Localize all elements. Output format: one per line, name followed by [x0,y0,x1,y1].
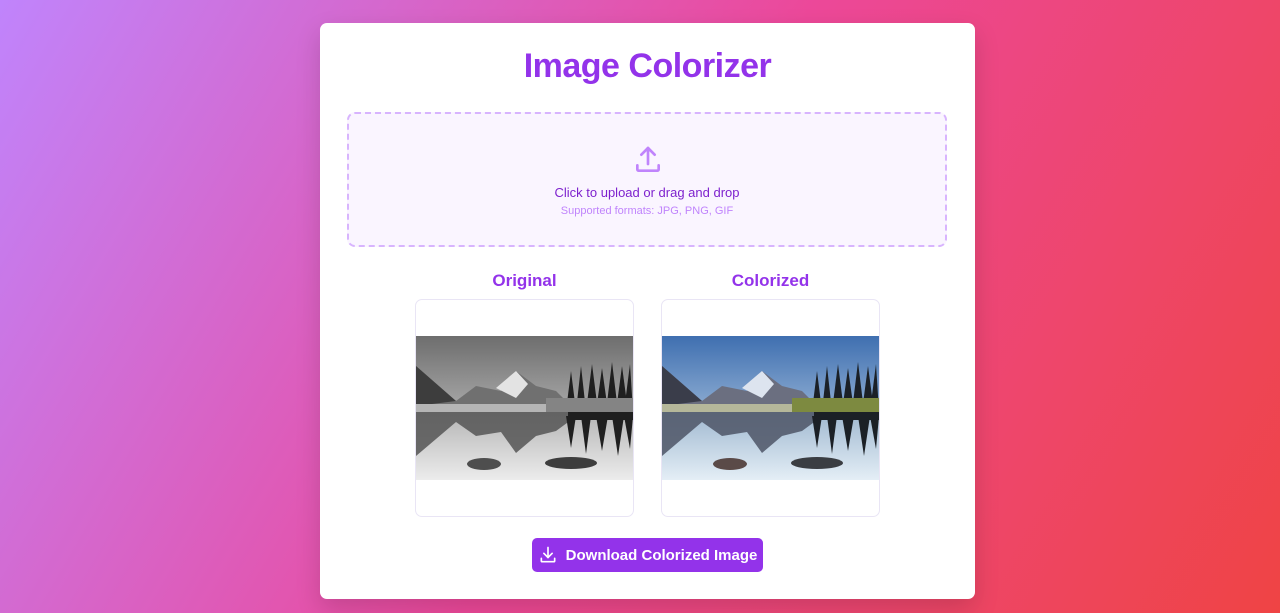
colorized-image-frame [661,299,880,517]
original-panel: Original [415,271,634,517]
original-image [416,336,633,480]
upload-icon [636,146,660,172]
upload-dropzone[interactable]: Click to upload or drag and drop Support… [347,112,947,247]
download-button[interactable]: Download Colorized Image [532,538,763,572]
colorized-image [662,336,879,480]
download-icon [540,546,556,563]
colorized-label: Colorized [731,271,810,290]
colorized-panel: Colorized [661,271,880,517]
download-label: Download Colorized Image [565,546,758,564]
supported-formats: Supported formats: JPG, PNG, GIF [560,205,734,217]
original-label: Original [492,271,557,290]
upload-instructions: Click to upload or drag and drop [554,185,740,200]
original-image-frame [415,299,634,517]
colorizer-card: Image Colorizer Click to upload or drag … [320,23,975,599]
page-title: Image Colorizer [523,47,772,85]
